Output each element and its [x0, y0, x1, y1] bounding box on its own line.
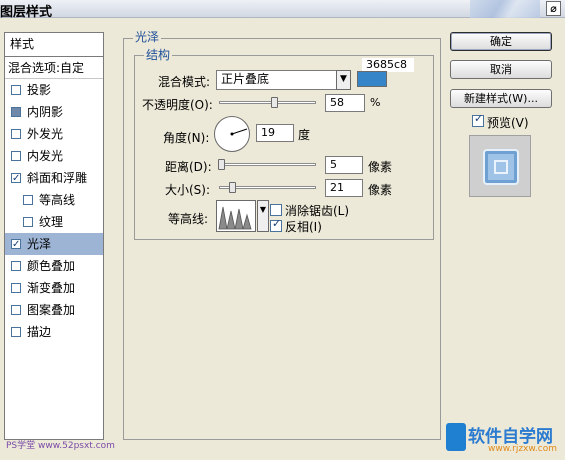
style-item-checkbox[interactable]	[23, 217, 33, 227]
opacity-slider[interactable]	[219, 101, 316, 104]
style-preview-thumbnail	[469, 135, 531, 197]
style-item[interactable]: 纹理	[5, 211, 103, 233]
distance-input[interactable]: 5	[325, 156, 363, 174]
style-item-checkbox[interactable]	[11, 168, 21, 190]
style-item[interactable]: 光泽	[5, 233, 103, 256]
angle-label: 角度(N):	[163, 131, 210, 145]
ok-button[interactable]: 确定	[450, 32, 552, 51]
watermark-right-url: www.rjzxw.com	[488, 444, 557, 454]
style-item[interactable]: 颜色叠加	[5, 255, 103, 277]
style-item-checkbox[interactable]	[11, 151, 21, 161]
style-item-label: 图案叠加	[27, 303, 76, 317]
angle-input[interactable]: 19	[256, 124, 294, 142]
style-item[interactable]: 斜面和浮雕	[5, 167, 103, 190]
contour-label: 等高线:	[168, 212, 209, 226]
color-swatch[interactable]	[357, 71, 387, 87]
style-item-checkbox[interactable]	[11, 129, 21, 139]
style-item-checkbox[interactable]	[11, 234, 21, 256]
style-item[interactable]: 渐变叠加	[5, 277, 103, 299]
contour-dropdown[interactable]: ▼	[257, 200, 269, 232]
style-item-label: 内阴影	[27, 105, 64, 119]
window-title: 图层样式	[0, 5, 53, 20]
preview-label[interactable]: 预览(V)	[487, 114, 529, 131]
size-label: 大小(S):	[165, 183, 211, 197]
style-item[interactable]: 等高线	[5, 189, 103, 211]
anti-alias-checkbox[interactable]	[270, 204, 282, 216]
style-item-label: 光泽	[27, 237, 52, 251]
style-item[interactable]: 图案叠加	[5, 299, 103, 321]
style-item-checkbox[interactable]	[11, 261, 21, 271]
style-item-label: 等高线	[39, 193, 76, 207]
style-item-label: 外发光	[27, 127, 64, 141]
angle-unit: 度	[298, 128, 311, 142]
color-hex-label: 3685c8	[362, 58, 414, 72]
close-button[interactable]: ⌀	[546, 1, 561, 16]
opacity-input[interactable]: 58	[325, 94, 365, 112]
new-style-button[interactable]: 新建样式(W)...	[450, 89, 552, 108]
style-item-label: 内发光	[27, 149, 64, 163]
style-item[interactable]: 外发光	[5, 123, 103, 145]
structure-title: 结构	[144, 46, 173, 63]
invert-checkbox[interactable]	[270, 217, 282, 232]
style-item[interactable]: 内发光	[5, 145, 103, 167]
style-item-label: 纹理	[39, 215, 64, 229]
size-unit: 像素	[368, 183, 393, 197]
style-item-checkbox[interactable]	[23, 195, 33, 205]
title-bar: 图层样式 ⌀	[0, 0, 565, 20]
blend-mode-value: 正片叠底	[221, 72, 270, 86]
contour-curve-icon	[218, 206, 252, 230]
distance-slider-handle[interactable]	[218, 159, 225, 170]
satin-title: 光泽	[133, 28, 162, 45]
watermark-left: PS学堂 www.52psxt.com	[6, 441, 115, 451]
cancel-button[interactable]: 取消	[450, 60, 552, 79]
style-item[interactable]: 投影	[5, 79, 103, 101]
opacity-label: 不透明度(O):	[142, 98, 213, 112]
title-decoration	[470, 0, 540, 18]
size-slider-handle[interactable]	[229, 182, 236, 193]
blend-mode-select[interactable]: 正片叠底 ▼	[216, 70, 351, 90]
invert-label[interactable]: 反相(I)	[285, 218, 322, 235]
style-item-checkbox[interactable]	[11, 107, 21, 117]
style-item-checkbox[interactable]	[11, 327, 21, 337]
style-item-checkbox[interactable]	[11, 305, 21, 315]
size-input[interactable]: 21	[325, 179, 363, 197]
style-item[interactable]: 内阴影	[5, 101, 103, 123]
opacity-slider-handle[interactable]	[271, 97, 278, 108]
preview-checkbox[interactable]	[472, 112, 484, 127]
style-item-label: 渐变叠加	[27, 281, 76, 295]
style-item-checkbox[interactable]	[11, 283, 21, 293]
distance-label: 距离(D):	[165, 160, 212, 174]
style-item-label: 描边	[27, 325, 52, 339]
contour-picker[interactable]	[216, 200, 256, 232]
angle-dial[interactable]	[214, 116, 250, 152]
distance-unit: 像素	[368, 160, 393, 174]
distance-slider[interactable]	[219, 163, 316, 166]
style-item[interactable]: 描边	[5, 321, 103, 343]
style-item-label: 斜面和浮雕	[27, 171, 88, 185]
blend-options-item[interactable]: 混合选项:自定	[5, 57, 103, 79]
chevron-down-icon: ▼	[336, 70, 351, 90]
opacity-unit: %	[370, 96, 381, 109]
style-item-checkbox[interactable]	[11, 85, 21, 95]
blend-mode-label: 混合模式:	[158, 75, 211, 89]
style-item-label: 投影	[27, 83, 52, 97]
styles-header[interactable]: 样式	[5, 33, 103, 57]
watermark-right-logo-icon	[446, 423, 466, 451]
styles-list: 样式 混合选项:自定 投影内阴影外发光内发光斜面和浮雕等高线纹理光泽颜色叠加渐变…	[4, 32, 104, 440]
style-item-label: 颜色叠加	[27, 259, 76, 273]
anti-alias-label[interactable]: 消除锯齿(L)	[285, 202, 349, 219]
